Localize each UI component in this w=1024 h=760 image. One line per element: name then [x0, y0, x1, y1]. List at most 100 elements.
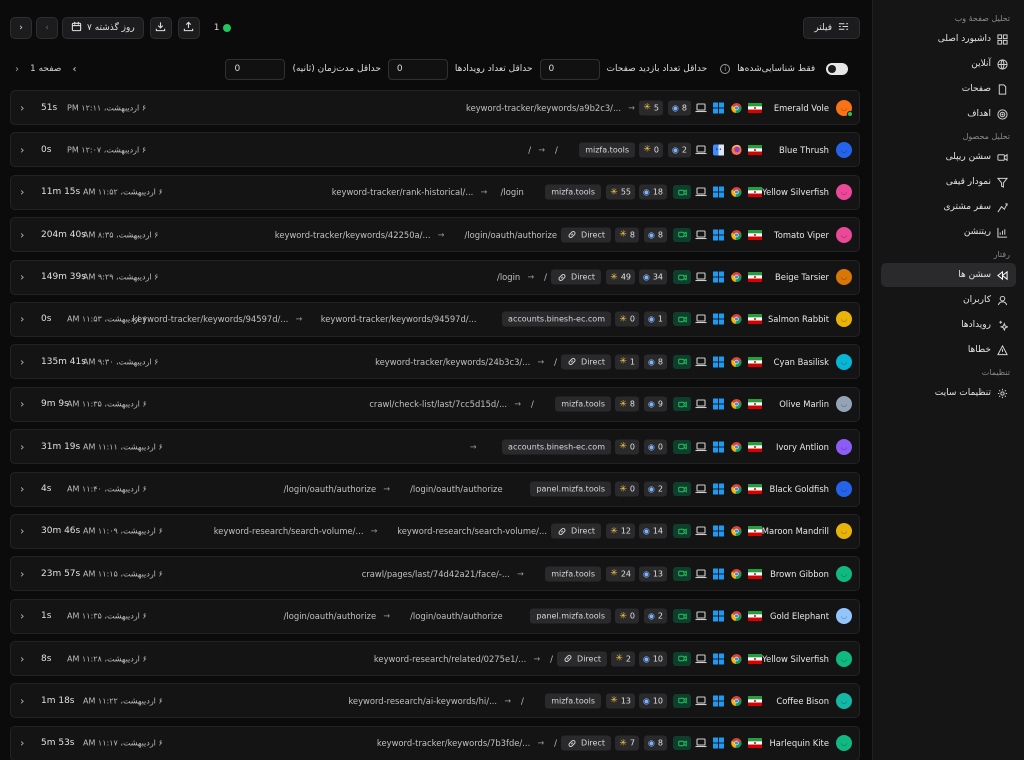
entry-page[interactable]: /login/oauth/authorize	[465, 230, 558, 240]
visitor-name[interactable]: Gold Elephant	[770, 611, 829, 621]
entry-page[interactable]: /login/oauth/authorize	[410, 611, 503, 621]
entry-page[interactable]: keyword-tracker/keywords/94597d/...	[321, 314, 477, 324]
expand-chevron-icon[interactable]: ›	[20, 525, 24, 538]
session-row[interactable]: ◡ Yellow Silverfish ◉ 10 ✳ 2 Direct / → keywor…	[10, 641, 860, 677]
sidebar-item-rewind[interactable]: سشن ها	[881, 263, 1016, 287]
visitor-name[interactable]: Blue Thrush	[779, 145, 829, 155]
expand-chevron-icon[interactable]: ›	[20, 483, 24, 496]
session-row[interactable]: ◡ Harlequin Kite ◉ 8 ✳ 7 Direct / → keyword-tr…	[10, 725, 860, 760]
recording-badge[interactable]	[673, 566, 691, 581]
expand-chevron-icon[interactable]: ›	[20, 652, 24, 665]
entry-page[interactable]: /login/oauth/authorize	[410, 484, 503, 494]
exit-page[interactable]: keyword-tracker/keywords/94597d/...	[132, 314, 288, 324]
sidebar-item-gear[interactable]: تنظیمات سایت	[881, 381, 1016, 405]
identified-only-toggle[interactable]	[826, 63, 849, 75]
expand-chevron-icon[interactable]: ›	[20, 101, 24, 114]
expand-chevron-icon[interactable]: ›	[20, 737, 24, 750]
entry-page[interactable]: keyword-research/search-volume/...	[397, 526, 547, 536]
entry-page[interactable]: /	[554, 357, 557, 367]
recording-badge[interactable]	[673, 185, 691, 200]
sidebar-item-target[interactable]: اهداف	[881, 102, 1016, 126]
exit-page[interactable]: crawl/check-list/last/7cc5d15d/...	[369, 399, 507, 409]
next-page-button[interactable]: ›	[12, 64, 22, 75]
sidebar-item-page[interactable]: صفحات	[881, 77, 1016, 101]
entry-page[interactable]: /	[531, 399, 534, 409]
session-row[interactable]: ◡ Tomato Viper ◉ 8 ✳ 8 Direct/login/oauth/a…	[10, 217, 860, 253]
prev-range-button[interactable]: ‹	[36, 17, 58, 39]
expand-chevron-icon[interactable]: ›	[20, 271, 24, 284]
session-row[interactable]: ◡ Blue Thrush ◉ 2 ✳ 0 mizfa.tools / → / › 0s ۶ ار…	[10, 132, 860, 168]
expand-chevron-icon[interactable]: ›	[20, 313, 24, 326]
session-row[interactable]: ◡ Coffee Bison ◉ 10 ✳ 13 mizfa.tools / → keywo…	[10, 683, 860, 719]
exit-page[interactable]: keyword-tracker/keywords/a9b2c3/...	[466, 103, 621, 113]
entry-page[interactable]: /	[550, 654, 553, 664]
filter-button[interactable]: فیلتر	[803, 17, 860, 39]
visitor-name[interactable]: Coffee Bison	[776, 696, 829, 706]
prev-page-button[interactable]: ‹	[69, 64, 79, 75]
exit-page[interactable]: keyword-research/ai-keywords/hi/...	[348, 696, 497, 706]
sidebar-item-path[interactable]: سفر مشتری	[881, 195, 1016, 219]
sidebar-item-sparkle[interactable]: رویدادها	[881, 313, 1016, 337]
session-row[interactable]: ◡ Olive Marlin ◉ 9 ✳ 8 mizfa.tools / → crawl/c…	[10, 386, 860, 422]
visitor-name[interactable]: Cyan Basilisk	[774, 357, 829, 367]
recording-badge[interactable]	[673, 524, 691, 539]
session-row[interactable]: ◡ Yellow Silverfish ◉ 18 ✳ 55 mizfa.tools/l…	[10, 174, 860, 210]
exit-page[interactable]: /login/oauth/authorize	[284, 611, 377, 621]
visitor-name[interactable]: Yellow Silverfish	[762, 187, 829, 197]
sidebar-item-user[interactable]: کاربران	[881, 288, 1016, 312]
expand-chevron-icon[interactable]: ›	[20, 440, 24, 453]
sidebar-item-dashboard[interactable]: داشبورد اصلی	[881, 27, 1016, 51]
sidebar-item-funnel[interactable]: نمودار قیفی	[881, 170, 1016, 194]
recording-badge[interactable]	[673, 397, 691, 412]
sidebar-item-video[interactable]: سشن ریپلی	[881, 145, 1016, 169]
exit-page[interactable]: keyword-research/search-volume/...	[214, 526, 364, 536]
date-range-button[interactable]: ۷ روز گذشته	[62, 17, 144, 39]
sidebar-item-retention-chart[interactable]: ریتنشن	[881, 220, 1016, 244]
visitor-name[interactable]: Olive Marlin	[779, 399, 829, 409]
next-range-button[interactable]: ›	[10, 17, 32, 39]
recording-badge[interactable]	[673, 439, 691, 454]
sidebar-item-warning[interactable]: خطاها	[881, 338, 1016, 362]
recording-badge[interactable]	[673, 312, 691, 327]
exit-page[interactable]: keyword-tracker/keywords/42250a/...	[275, 230, 431, 240]
recording-badge[interactable]	[673, 227, 691, 242]
recording-badge[interactable]	[673, 482, 691, 497]
entry-page[interactable]: /	[544, 272, 547, 282]
recording-badge[interactable]	[673, 693, 691, 708]
visitor-name[interactable]: Salmon Rabbit	[768, 314, 829, 324]
exit-page[interactable]: /login/oauth/authorize	[284, 484, 377, 494]
visitor-name[interactable]: Tomato Viper	[774, 230, 829, 240]
visitor-name[interactable]: Black Goldfish	[769, 484, 829, 494]
session-row[interactable]: ◡ Beige Tarsier ◉ 34 ✳ 49 Direct / → /login › 14…	[10, 259, 860, 295]
info-icon[interactable]: i	[720, 64, 731, 74]
export-button[interactable]	[177, 17, 200, 39]
expand-chevron-icon[interactable]: ›	[20, 694, 24, 707]
min-pageviews-input[interactable]: 0	[539, 58, 600, 80]
recording-badge[interactable]	[673, 651, 691, 666]
exit-page[interactable]: crawl/pages/last/74d42a21/face/-...	[362, 569, 510, 579]
expand-chevron-icon[interactable]: ›	[20, 228, 24, 241]
exit-page[interactable]: keyword-tracker/keywords/7b3fde/...	[377, 738, 530, 748]
expand-chevron-icon[interactable]: ›	[20, 186, 24, 199]
min-duration-input[interactable]: 0	[225, 58, 286, 80]
expand-chevron-icon[interactable]: ›	[20, 610, 24, 623]
exit-page[interactable]: keyword-tracker/keywords/24b3c3/...	[375, 357, 530, 367]
visitor-name[interactable]: Yellow Silverfish	[762, 654, 829, 664]
entry-page[interactable]: /	[555, 145, 558, 155]
download-button[interactable]	[149, 17, 172, 39]
min-events-input[interactable]: 0	[387, 58, 448, 80]
session-row[interactable]: ◡ Gold Elephant ◉ 2 ✳ 0 panel.mizfa.tools/l…	[10, 598, 860, 634]
session-row[interactable]: ◡ Black Goldfish ◉ 2 ✳ 0 panel.mizfa.tools /…	[10, 471, 860, 507]
sidebar-item-globe[interactable]: آنلاین	[881, 52, 1016, 76]
session-row[interactable]: ◡ Maroon Mandrill ◉ 14 ✳ 12 Direct keyword-r…	[10, 513, 860, 549]
visitor-name[interactable]: Maroon Mandrill	[762, 526, 829, 536]
exit-page[interactable]: /	[528, 145, 531, 155]
entry-page[interactable]: /login	[501, 187, 524, 197]
exit-page[interactable]: keyword-research/related/0275e1/...	[374, 654, 526, 664]
session-row[interactable]: ◡ Ivory Antlion ◉ 0 ✳ 0 accounts.binesh-ec.…	[10, 429, 860, 465]
recording-badge[interactable]	[673, 354, 691, 369]
session-row[interactable]: ◡ Salmon Rabbit ◉ 1 ✳ 0 accounts.binesh-ec.…	[10, 301, 860, 337]
visitor-name[interactable]: Ivory Antlion	[776, 442, 829, 452]
session-row[interactable]: ◡ Cyan Basilisk ◉ 8 ✳ 1 Direct / → keyword-tra…	[10, 344, 860, 380]
visitor-name[interactable]: Emerald Vole	[774, 103, 829, 113]
